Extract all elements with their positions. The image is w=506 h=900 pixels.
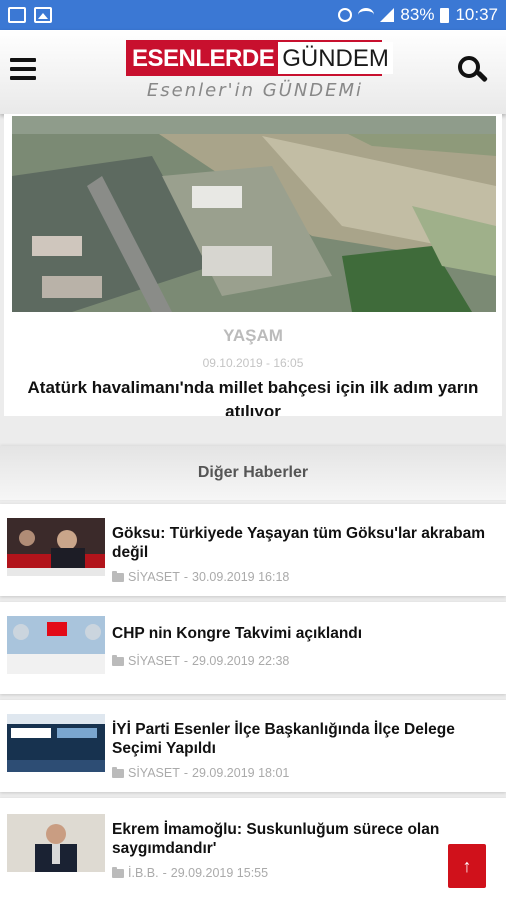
site-logo[interactable]: ESENLERDE GÜNDEM bbox=[126, 40, 393, 76]
signal-icon bbox=[380, 8, 395, 22]
featured-category[interactable]: YAŞAM bbox=[4, 326, 502, 346]
news-category: SİYASET bbox=[128, 570, 180, 584]
logo-text-left: ESENLERDE bbox=[128, 42, 279, 74]
gallery-notification-icon bbox=[34, 7, 52, 23]
news-date: 29.09.2019 22:38 bbox=[192, 654, 290, 668]
featured-article[interactable]: YAŞAM 09.10.2019 - 16:05 Atatürk havalim… bbox=[4, 114, 502, 416]
battery-icon bbox=[440, 7, 450, 23]
news-meta: İ.B.B. - 29.09.2019 15:55 bbox=[112, 866, 268, 880]
clock: 10:37 bbox=[455, 5, 498, 24]
system-icons: 83% 10:37 bbox=[338, 5, 498, 25]
news-category: SİYASET bbox=[128, 654, 180, 668]
news-item[interactable]: Göksu: Türkiyede Yaşayan tüm Göksu'lar a… bbox=[0, 504, 506, 596]
news-title[interactable]: İYİ Parti Esenler İlçe Başkanlığında İlç… bbox=[112, 720, 504, 758]
logo-tagline: Esenler'in GÜNDEMi bbox=[146, 80, 364, 101]
news-separator: - bbox=[162, 866, 167, 880]
featured-date: 09.10.2019 - 16:05 bbox=[202, 356, 304, 370]
news-meta: SİYASET - 30.09.2019 16:18 bbox=[112, 570, 289, 584]
news-title[interactable]: Ekrem İmamoğlu: Suskunluğum sürece olan … bbox=[112, 820, 504, 858]
news-meta: SİYASET - 29.09.2019 18:01 bbox=[112, 766, 289, 780]
folder-icon bbox=[112, 570, 124, 582]
news-separator: - bbox=[183, 766, 189, 780]
featured-image bbox=[12, 116, 496, 312]
notification-app-icon bbox=[8, 7, 26, 23]
notification-icons bbox=[8, 7, 52, 23]
news-thumbnail bbox=[7, 518, 105, 576]
news-date: 30.09.2019 16:18 bbox=[192, 570, 290, 584]
news-category: İ.B.B. bbox=[128, 866, 159, 880]
news-date: 29.09.2019 18:01 bbox=[192, 766, 290, 780]
folder-icon bbox=[112, 654, 124, 666]
news-thumbnail bbox=[7, 814, 105, 872]
scroll-to-top-button[interactable]: ↑ bbox=[448, 844, 486, 888]
news-thumbnail bbox=[7, 616, 105, 674]
news-item[interactable]: İYİ Parti Esenler İlçe Başkanlığında İlç… bbox=[0, 700, 506, 792]
news-separator: - bbox=[183, 654, 189, 668]
news-category: SİYASET bbox=[128, 766, 180, 780]
arrow-up-icon: ↑ bbox=[462, 855, 472, 876]
folder-icon bbox=[112, 866, 124, 878]
news-item[interactable]: CHP nin Kongre Takvimi açıklandı SİYASET… bbox=[0, 602, 506, 694]
news-separator: - bbox=[183, 570, 189, 584]
news-item[interactable]: Ekrem İmamoğlu: Suskunluğum sürece olan … bbox=[0, 798, 506, 900]
status-bar: 83% 10:37 bbox=[0, 0, 506, 30]
app-header: ESENLERDE GÜNDEM Esenler'in GÜNDEMi bbox=[0, 30, 506, 114]
alarm-icon bbox=[338, 8, 353, 22]
folder-icon bbox=[112, 766, 124, 778]
news-meta: SİYASET - 29.09.2019 22:38 bbox=[112, 654, 289, 668]
battery-percent: 83% bbox=[400, 5, 435, 24]
news-title[interactable]: CHP nin Kongre Takvimi açıklandı bbox=[112, 624, 504, 643]
menu-icon[interactable] bbox=[10, 58, 36, 80]
featured-title[interactable]: Atatürk havalimanı'nda millet bahçesi iç… bbox=[4, 376, 502, 416]
logo-text-right: GÜNDEM bbox=[278, 42, 393, 74]
news-date: 29.09.2019 15:55 bbox=[170, 866, 269, 880]
section-title: Diğer Haberler bbox=[0, 446, 506, 500]
news-thumbnail bbox=[7, 714, 105, 772]
news-title[interactable]: Göksu: Türkiyede Yaşayan tüm Göksu'lar a… bbox=[112, 524, 504, 562]
search-icon[interactable] bbox=[458, 56, 489, 86]
wifi-icon bbox=[358, 8, 375, 22]
